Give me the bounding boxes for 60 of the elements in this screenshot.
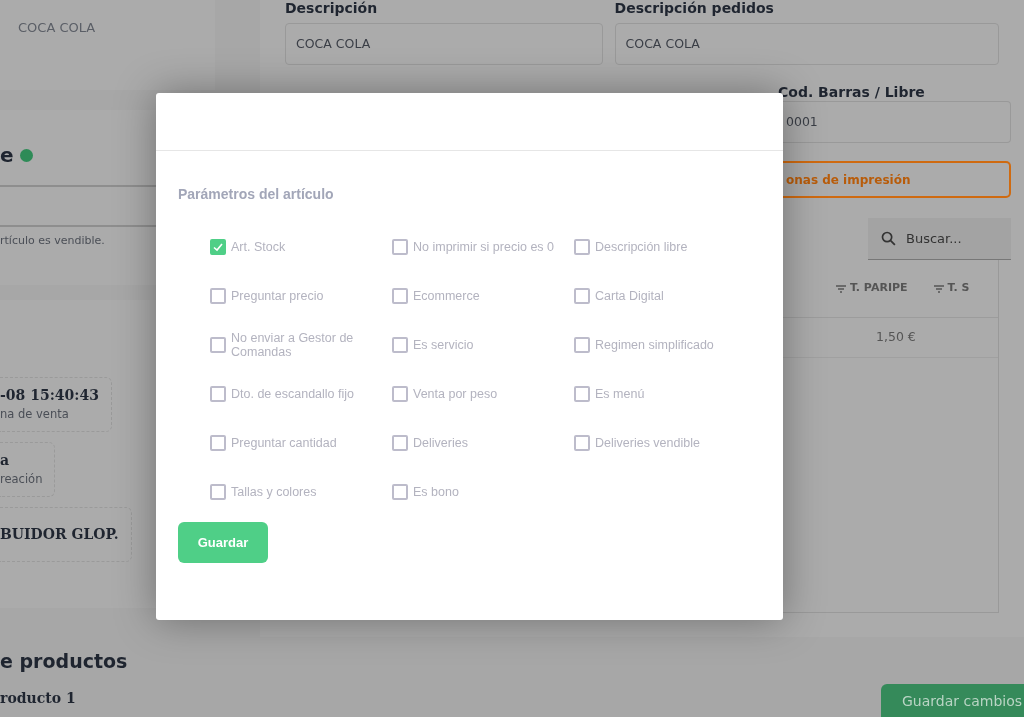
checkbox[interactable] [392,386,408,402]
option-label: No imprimir si precio es 0 [413,240,555,254]
option-label: No enviar a Gestor de Comandas [231,331,355,359]
option-label: Venta por peso [413,387,499,401]
option-label: Preguntar precio [231,289,325,303]
checkbox[interactable] [574,386,590,402]
field-label: Descripción pedidos [614,0,775,17]
checkbox[interactable] [392,337,408,353]
search-icon [880,230,897,247]
text-field[interactable]: COCA COLA [614,23,999,65]
checkbox[interactable] [210,337,226,353]
option-label: Es servicio [413,338,475,352]
option-label: Es bono [413,485,460,499]
checkbox[interactable] [210,288,226,304]
checkbox[interactable] [392,239,408,255]
checkbox[interactable] [574,239,590,255]
option-label: Es menú [595,387,646,401]
save-button[interactable]: Guardar [178,522,268,563]
search-field[interactable]: Buscar... [868,218,1011,260]
option-label: Deliveries vendible [595,436,701,450]
checkbox[interactable] [574,435,590,451]
option-label: Ecommerce [413,289,481,303]
product-name: COCA COLA [18,20,96,35]
field-label: Descripción [285,0,379,17]
info-value: BUIDOR GLOP. [0,525,119,544]
option-label: Regimen simplificado [595,338,715,352]
checkbox[interactable] [210,484,226,500]
option-label: Dto. de escandallo fijo [231,387,355,401]
option-label: Carta Digital [595,289,665,303]
info-value: a [0,451,11,471]
info-value: -08 15:40:43 [0,386,99,406]
option-label: Descripción libre [595,240,689,254]
option-label: Tallas y colores [231,485,318,499]
save-changes-button[interactable]: Guardar cambios [881,684,1024,717]
section-title: Parámetros del artículo [178,187,335,201]
table-cell: 1,50 € [876,328,916,347]
section-title: e [0,145,14,165]
filter-icon [933,284,944,293]
option-label: Deliveries [413,436,469,450]
checkmark-icon [212,241,224,253]
checkbox[interactable] [392,288,408,304]
column-header[interactable]: T. PARIPE [836,280,908,297]
product-item: roducto 1 [0,691,77,705]
option-label: Preguntar cantidad [231,436,338,450]
checkbox[interactable] [392,484,408,500]
help-text: rtículo es vendible. [0,233,106,249]
checkbox[interactable] [210,239,226,255]
checkbox[interactable] [574,337,590,353]
info-label: na de venta [0,406,70,424]
checkbox[interactable] [574,288,590,304]
filter-icon [836,284,846,293]
checkbox[interactable] [210,435,226,451]
field-label: Cod. Barras / Libre [778,84,926,101]
checkbox[interactable] [392,435,408,451]
info-label: reación [0,471,43,489]
column-header[interactable]: T. S [933,280,970,297]
option-label: Art. Stock [231,240,287,254]
checkbox[interactable] [210,386,226,402]
section-heading: e productos [0,652,129,671]
text-field[interactable]: COCA COLA [285,23,603,65]
